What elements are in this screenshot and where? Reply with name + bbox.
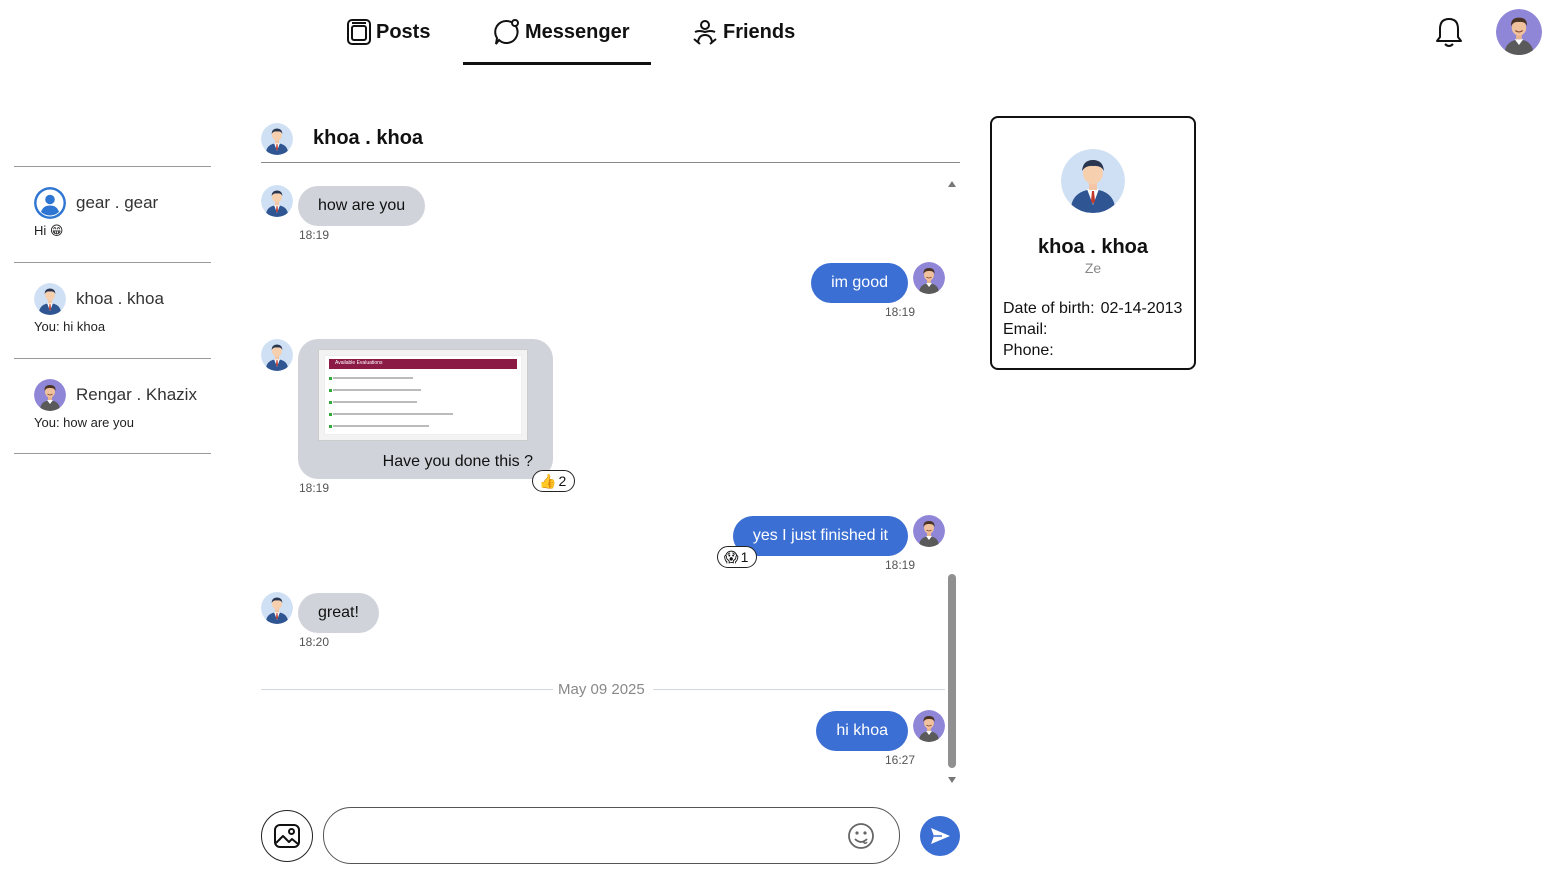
chat-title: khoa . khoa — [313, 127, 424, 149]
avatar — [913, 515, 945, 547]
field-value: 02-14-2013 — [1100, 300, 1183, 317]
profile-field-dob: Date of birth: 02-14-2013 — [1003, 298, 1182, 319]
message-scrollbar[interactable] — [946, 178, 958, 786]
conversation-name: Rengar . Khazix — [76, 385, 197, 404]
attached-image[interactable]: Available Evaluations — [318, 349, 528, 441]
message-bubble[interactable]: how are you — [298, 186, 426, 226]
profile-fields: Date of birth: 02-14-2013 Email: Phone: — [1003, 298, 1182, 361]
tab-posts-label: Posts — [376, 20, 431, 43]
profile-subtitle: Ze — [1084, 260, 1102, 276]
posts-icon — [347, 19, 371, 45]
avatar — [261, 339, 293, 371]
avatar — [34, 283, 66, 315]
tab-posts[interactable]: Posts — [346, 0, 430, 64]
active-tab-indicator — [463, 62, 651, 65]
conversation-name: gear . gear — [76, 193, 159, 212]
tab-friends[interactable]: Friends — [691, 0, 795, 64]
avatar — [34, 379, 66, 411]
date-divider-line — [261, 689, 553, 690]
message-time: 18:19 — [885, 558, 916, 572]
send-icon — [931, 828, 950, 844]
conversation-item-gear[interactable]: gear . gear Hi 😁 — [14, 166, 211, 262]
scroll-down-arrow[interactable] — [948, 777, 956, 783]
message-list: how are you 18:19 im good 18:19 Availabl… — [261, 175, 949, 787]
reaction-badge[interactable]: 😱 1 — [717, 546, 758, 568]
message-time: 18:19 — [299, 228, 330, 242]
reaction-emoji: 👍 — [539, 472, 557, 489]
avatar[interactable] — [261, 123, 293, 155]
message-time: 18:20 — [299, 635, 330, 649]
date-divider: May 09 2025 — [558, 681, 645, 698]
send-button[interactable] — [920, 816, 960, 856]
friends-icon — [693, 20, 717, 45]
image-message-bubble[interactable]: Available Evaluations Have you done this… — [298, 339, 553, 479]
avatar — [261, 592, 293, 624]
tab-messenger-label: Messenger — [525, 20, 630, 43]
field-label: Date of birth: — [1003, 300, 1095, 317]
field-label: Email: — [1003, 321, 1048, 338]
message-bubble[interactable]: yes I just finished it — [732, 516, 908, 556]
conversation-item-khoa[interactable]: khoa . khoa You: hi khoa — [14, 262, 211, 358]
avatar — [34, 187, 66, 219]
conversation-preview: Hi 😁 — [34, 223, 64, 238]
message-time: 16:27 — [885, 753, 916, 767]
avatar — [261, 185, 293, 217]
avatar — [913, 262, 945, 294]
profile-field-email: Email: — [1003, 319, 1182, 340]
message-time: 18:19 — [885, 305, 916, 319]
conversation-preview: You: hi khoa — [34, 319, 106, 334]
avatar — [1061, 149, 1125, 213]
conversation-list: gear . gear Hi 😁 khoa . khoa You: hi kho… — [14, 166, 211, 454]
conversation-preview: You: how are you — [34, 415, 134, 430]
message-text: Have you done this ? — [382, 453, 533, 470]
avatar — [913, 710, 945, 742]
conversation-name: khoa . khoa — [76, 289, 164, 308]
emoji-icon[interactable] — [847, 822, 875, 850]
image-header-text: Available Evaluations — [335, 360, 383, 366]
reaction-count: 1 — [740, 549, 749, 565]
message-bubble[interactable]: great! — [298, 593, 379, 633]
tab-messenger[interactable]: Messenger — [493, 0, 630, 64]
messenger-icon — [494, 19, 519, 45]
conversation-item-rengar[interactable]: Rengar . Khazix You: how are you — [14, 358, 211, 454]
date-divider-line — [653, 689, 945, 690]
message-time: 18:19 — [299, 481, 330, 495]
message-input[interactable] — [323, 807, 900, 864]
tab-friends-label: Friends — [723, 20, 796, 43]
chat-header: khoa . khoa — [261, 115, 960, 163]
top-navigation: Posts Messenger Friends — [0, 0, 1554, 68]
scroll-up-arrow[interactable] — [948, 181, 956, 187]
field-label: Phone: — [1003, 342, 1054, 359]
profile-name: khoa . khoa — [1037, 236, 1149, 258]
reaction-badge[interactable]: 👍 2 — [532, 470, 576, 492]
reaction-count: 2 — [558, 473, 567, 489]
profile-card: khoa . khoa Ze Date of birth: 02-14-2013… — [990, 116, 1196, 370]
profile-field-phone: Phone: — [1003, 340, 1182, 361]
scroll-thumb[interactable] — [948, 574, 956, 768]
image-upload-icon — [274, 824, 300, 848]
message-bubble[interactable]: im good — [811, 263, 908, 303]
reaction-emoji: 😱 — [724, 548, 739, 565]
message-bubble[interactable]: hi khoa — [816, 711, 908, 751]
user-avatar[interactable] — [1496, 9, 1542, 55]
image-upload-button[interactable] — [261, 810, 313, 862]
bell-icon[interactable] — [1432, 15, 1466, 49]
